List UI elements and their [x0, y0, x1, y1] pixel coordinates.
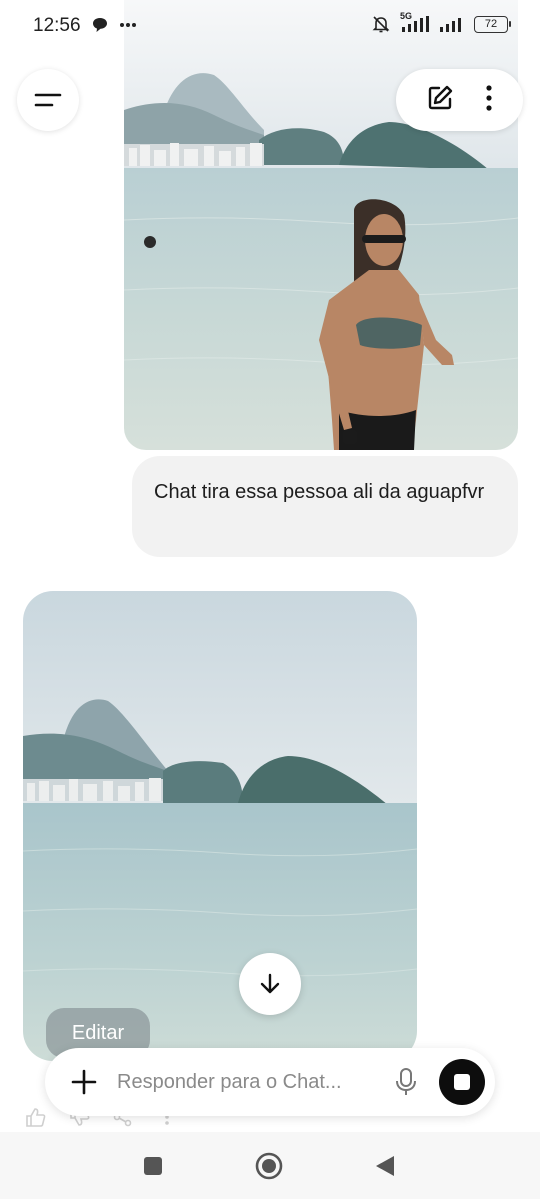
status-time: 12:56: [33, 15, 81, 36]
arrow-down-icon: [260, 973, 280, 994]
more-notifications-icon: [120, 23, 136, 27]
recents-icon[interactable]: [143, 1156, 163, 1176]
signal-bars-2-icon: [440, 18, 461, 32]
menu-button[interactable]: [17, 69, 79, 131]
status-bar: 12:56 5G 72: [0, 0, 540, 52]
menu-icon: [34, 93, 62, 107]
scroll-down-button[interactable]: [239, 953, 301, 1015]
mute-icon: [372, 16, 390, 33]
stop-button[interactable]: [439, 1059, 485, 1105]
voice-input-button[interactable]: [389, 1065, 423, 1099]
plus-icon: [71, 1069, 97, 1095]
top-actions: [396, 69, 523, 131]
more-vertical-icon: [486, 84, 492, 111]
new-chat-button[interactable]: [425, 83, 455, 118]
reply-input[interactable]: Responder para o Chat...: [117, 1071, 389, 1094]
more-button[interactable]: [484, 84, 494, 117]
battery-indicator: 72: [474, 15, 511, 33]
signal-bars-icon: [402, 16, 429, 32]
attach-button[interactable]: [67, 1065, 101, 1099]
chat-screen: 12:56 5G 72 Chat tira essa pessoa ali da…: [0, 0, 540, 1199]
system-nav-bar: [0, 1132, 540, 1199]
signal-5g: 5G: [400, 11, 430, 33]
status-notification-icons: [91, 16, 137, 34]
home-icon[interactable]: [255, 1152, 283, 1180]
thumbs-up-icon[interactable]: [24, 1106, 46, 1128]
generated-image[interactable]: [23, 591, 417, 1061]
user-uploaded-image[interactable]: [124, 0, 518, 450]
stop-icon: [454, 1074, 470, 1090]
edit-icon: [428, 85, 452, 109]
user-message-bubble: Chat tira essa pessoa ali da aguapfvr: [132, 456, 518, 557]
mic-icon: [396, 1068, 416, 1095]
status-system-icons: 5G 72: [371, 11, 511, 34]
chat-notification-icon: [93, 18, 107, 32]
message-composer[interactable]: Responder para o Chat...: [45, 1048, 495, 1116]
back-icon[interactable]: [374, 1154, 396, 1178]
